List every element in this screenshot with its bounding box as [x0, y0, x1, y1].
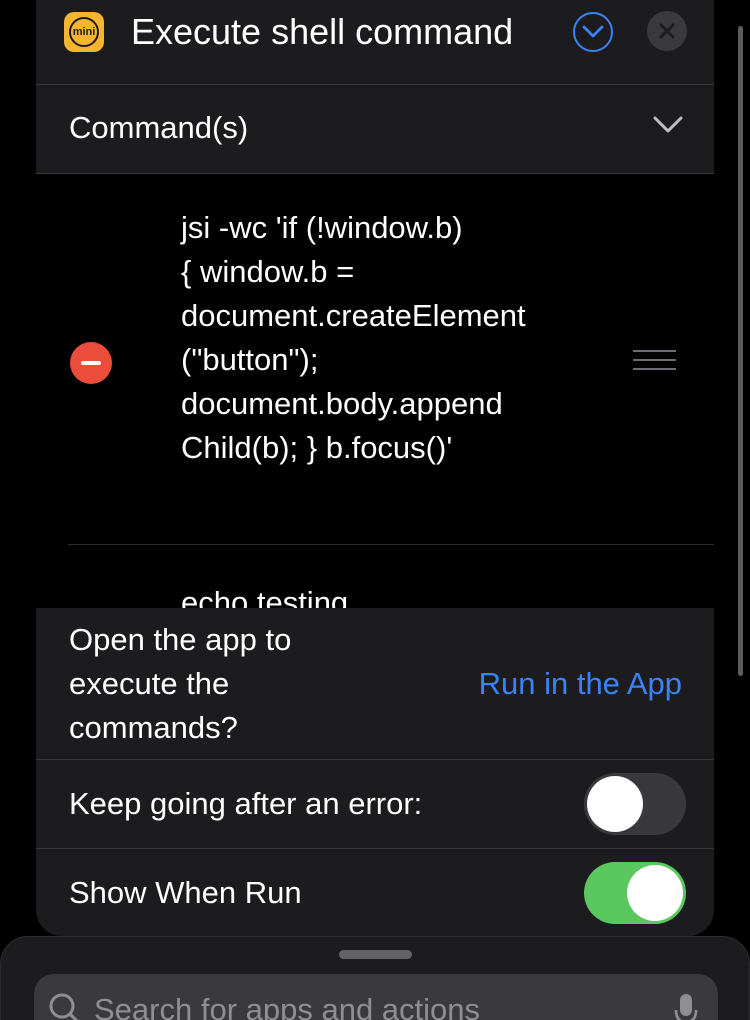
remove-command-button[interactable]: [70, 342, 112, 384]
toggle-knob: [587, 776, 643, 832]
open-app-prompt: Open the app to execute the commands?: [69, 622, 292, 745]
chevron-down-icon: [653, 116, 683, 133]
list-item[interactable]: jsi -wc 'if (!window.b) { window.b = doc…: [68, 174, 714, 545]
list-item[interactable]: echo testing...: [68, 545, 714, 608]
app-icon: mini: [64, 12, 104, 52]
options-card: Open the app to execute the commands? Ru…: [36, 608, 714, 936]
microphone-icon[interactable]: [674, 992, 698, 1020]
open-app-row: Open the app to execute the commands? Ru…: [36, 608, 714, 760]
sheet-grabber[interactable]: [339, 950, 412, 959]
show-when-run-toggle[interactable]: [584, 862, 686, 924]
minus-icon: [81, 361, 101, 365]
scrollbar[interactable]: [738, 26, 743, 676]
commands-list[interactable]: jsi -wc 'if (!window.b) { window.b = doc…: [0, 174, 714, 608]
show-when-run-label: Show When Run: [69, 875, 302, 910]
close-button[interactable]: [647, 11, 687, 51]
command-text[interactable]: echo testing...: [181, 581, 374, 608]
commands-section-header[interactable]: Command(s): [36, 85, 714, 174]
screen: mini Execute shell command Command(s) js…: [0, 0, 750, 1020]
keep-going-label: Keep going after an error:: [69, 786, 423, 821]
show-when-run-row: Show When Run: [36, 849, 714, 936]
run-in-app-button[interactable]: Run in the App: [479, 662, 682, 706]
command-text[interactable]: jsi -wc 'if (!window.b) { window.b = doc…: [181, 206, 591, 470]
action-title: Execute shell command: [131, 11, 514, 52]
search-input[interactable]: [94, 992, 654, 1020]
close-icon: [659, 23, 675, 39]
toggle-knob: [627, 865, 683, 921]
actions-sheet: [0, 936, 750, 1020]
search-icon: [49, 993, 79, 1020]
action-header: mini Execute shell command: [36, 0, 714, 85]
chevron-down-icon: [582, 25, 604, 38]
drag-handle-icon[interactable]: [633, 350, 676, 377]
commands-label: Command(s): [69, 110, 249, 145]
search-bar[interactable]: [34, 974, 718, 1020]
app-icon-label: mini: [69, 17, 99, 47]
keep-going-row: Keep going after an error:: [36, 760, 714, 849]
expand-button[interactable]: [573, 12, 613, 52]
keep-going-toggle[interactable]: [584, 773, 686, 835]
